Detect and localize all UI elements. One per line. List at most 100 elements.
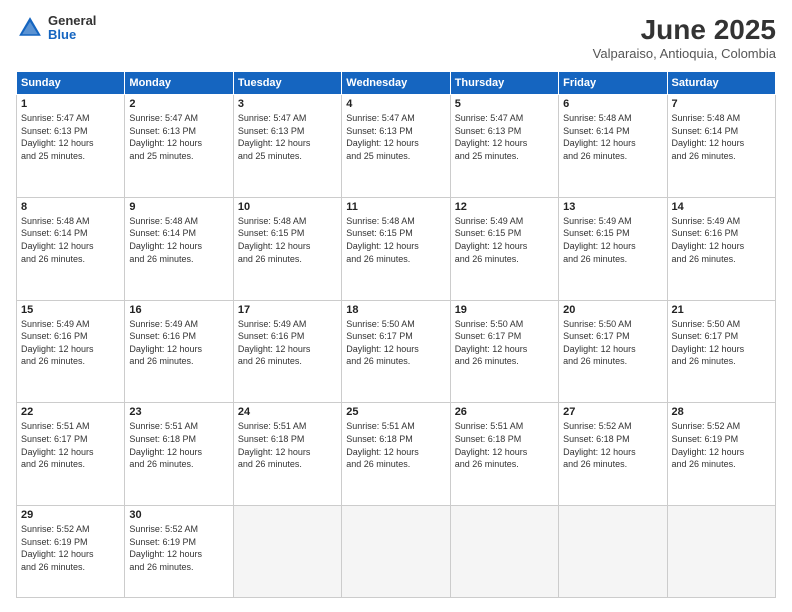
- day-info: Sunrise: 5:51 AM Sunset: 6:18 PM Dayligh…: [238, 420, 337, 470]
- day-info: Sunrise: 5:52 AM Sunset: 6:18 PM Dayligh…: [563, 420, 662, 470]
- day-cell: 1 Sunrise: 5:47 AM Sunset: 6:13 PM Daylig…: [17, 95, 125, 198]
- day-number: 6: [563, 98, 662, 110]
- day-number: 5: [455, 98, 554, 110]
- subtitle: Valparaiso, Antioquia, Colombia: [593, 46, 776, 61]
- day-number: 26: [455, 406, 554, 418]
- day-number: 13: [563, 201, 662, 213]
- week-row-4: 22 Sunrise: 5:51 AM Sunset: 6:17 PM Dayli…: [17, 403, 776, 506]
- day-cell: 17 Sunrise: 5:49 AM Sunset: 6:16 PM Dayli…: [233, 300, 341, 403]
- day-info: Sunrise: 5:50 AM Sunset: 6:17 PM Dayligh…: [672, 318, 771, 368]
- day-info: Sunrise: 5:48 AM Sunset: 6:14 PM Dayligh…: [672, 112, 771, 162]
- title-block: June 2025 Valparaiso, Antioquia, Colombi…: [593, 14, 776, 61]
- day-number: 3: [238, 98, 337, 110]
- day-cell: 24 Sunrise: 5:51 AM Sunset: 6:18 PM Dayli…: [233, 403, 341, 506]
- day-number: 15: [21, 304, 120, 316]
- day-number: 20: [563, 304, 662, 316]
- logo-line2: Blue: [48, 28, 96, 42]
- day-number: 12: [455, 201, 554, 213]
- day-number: 18: [346, 304, 445, 316]
- day-info: Sunrise: 5:47 AM Sunset: 6:13 PM Dayligh…: [238, 112, 337, 162]
- day-number: 25: [346, 406, 445, 418]
- logo-icon: [16, 14, 44, 42]
- day-cell: 15 Sunrise: 5:49 AM Sunset: 6:16 PM Dayli…: [17, 300, 125, 403]
- day-cell: 8Sunrise: 5:48 AM Sunset: 6:14 PM Daylig…: [17, 197, 125, 300]
- day-number: 17: [238, 304, 337, 316]
- day-cell: 27Sunrise: 5:52 AM Sunset: 6:18 PM Dayli…: [559, 403, 667, 506]
- day-cell: 18 Sunrise: 5:50 AM Sunset: 6:17 PM Dayli…: [342, 300, 450, 403]
- day-cell: 13Sunrise: 5:49 AM Sunset: 6:15 PM Dayli…: [559, 197, 667, 300]
- day-info: Sunrise: 5:50 AM Sunset: 6:17 PM Dayligh…: [346, 318, 445, 368]
- col-header-friday: Friday: [559, 72, 667, 95]
- day-number: 1: [21, 98, 120, 110]
- day-cell: 6 Sunrise: 5:48 AM Sunset: 6:14 PM Daylig…: [559, 95, 667, 198]
- header-row: SundayMondayTuesdayWednesdayThursdayFrid…: [17, 72, 776, 95]
- week-row-5: 29 Sunrise: 5:52 AM Sunset: 6:19 PM Dayli…: [17, 506, 776, 598]
- day-number: 29: [21, 509, 120, 521]
- day-number: 2: [129, 98, 228, 110]
- day-info: Sunrise: 5:48 AM Sunset: 6:14 PM Dayligh…: [563, 112, 662, 162]
- day-info: Sunrise: 5:52 AM Sunset: 6:19 PM Dayligh…: [129, 523, 228, 573]
- col-header-wednesday: Wednesday: [342, 72, 450, 95]
- day-number: 21: [672, 304, 771, 316]
- day-info: Sunrise: 5:48 AM Sunset: 6:14 PM Dayligh…: [129, 215, 228, 265]
- day-info: Sunrise: 5:49 AM Sunset: 6:16 PM Dayligh…: [129, 318, 228, 368]
- week-row-3: 15 Sunrise: 5:49 AM Sunset: 6:16 PM Dayli…: [17, 300, 776, 403]
- day-info: Sunrise: 5:49 AM Sunset: 6:15 PM Dayligh…: [455, 215, 554, 265]
- col-header-saturday: Saturday: [667, 72, 775, 95]
- day-number: 22: [21, 406, 120, 418]
- day-info: Sunrise: 5:51 AM Sunset: 6:18 PM Dayligh…: [129, 420, 228, 470]
- day-cell: 20 Sunrise: 5:50 AM Sunset: 6:17 PM Dayli…: [559, 300, 667, 403]
- col-header-tuesday: Tuesday: [233, 72, 341, 95]
- day-cell: 19 Sunrise: 5:50 AM Sunset: 6:17 PM Dayli…: [450, 300, 558, 403]
- day-number: 14: [672, 201, 771, 213]
- day-number: 24: [238, 406, 337, 418]
- day-number: 4: [346, 98, 445, 110]
- day-info: Sunrise: 5:51 AM Sunset: 6:18 PM Dayligh…: [455, 420, 554, 470]
- day-info: Sunrise: 5:49 AM Sunset: 6:16 PM Dayligh…: [238, 318, 337, 368]
- day-cell: [342, 506, 450, 598]
- day-cell: 9Sunrise: 5:48 AM Sunset: 6:14 PM Daylig…: [125, 197, 233, 300]
- week-row-2: 8Sunrise: 5:48 AM Sunset: 6:14 PM Daylig…: [17, 197, 776, 300]
- day-info: Sunrise: 5:49 AM Sunset: 6:16 PM Dayligh…: [21, 318, 120, 368]
- logo-line1: General: [48, 14, 96, 28]
- day-info: Sunrise: 5:47 AM Sunset: 6:13 PM Dayligh…: [455, 112, 554, 162]
- day-cell: 10 Sunrise: 5:48 AM Sunset: 6:15 PM Dayli…: [233, 197, 341, 300]
- day-info: Sunrise: 5:48 AM Sunset: 6:15 PM Dayligh…: [346, 215, 445, 265]
- day-cell: 29 Sunrise: 5:52 AM Sunset: 6:19 PM Dayli…: [17, 506, 125, 598]
- col-header-sunday: Sunday: [17, 72, 125, 95]
- day-info: Sunrise: 5:47 AM Sunset: 6:13 PM Dayligh…: [346, 112, 445, 162]
- day-info: Sunrise: 5:51 AM Sunset: 6:17 PM Dayligh…: [21, 420, 120, 470]
- day-info: Sunrise: 5:52 AM Sunset: 6:19 PM Dayligh…: [21, 523, 120, 573]
- day-number: 19: [455, 304, 554, 316]
- day-info: Sunrise: 5:50 AM Sunset: 6:17 PM Dayligh…: [455, 318, 554, 368]
- month-title: June 2025: [593, 14, 776, 46]
- day-info: Sunrise: 5:49 AM Sunset: 6:16 PM Dayligh…: [672, 215, 771, 265]
- day-cell: 12 Sunrise: 5:49 AM Sunset: 6:15 PM Dayli…: [450, 197, 558, 300]
- day-number: 28: [672, 406, 771, 418]
- day-cell: 3 Sunrise: 5:47 AM Sunset: 6:13 PM Daylig…: [233, 95, 341, 198]
- day-cell: 11 Sunrise: 5:48 AM Sunset: 6:15 PM Dayli…: [342, 197, 450, 300]
- calendar-table: SundayMondayTuesdayWednesdayThursdayFrid…: [16, 71, 776, 598]
- col-header-monday: Monday: [125, 72, 233, 95]
- day-cell: 16 Sunrise: 5:49 AM Sunset: 6:16 PM Dayli…: [125, 300, 233, 403]
- day-info: Sunrise: 5:52 AM Sunset: 6:19 PM Dayligh…: [672, 420, 771, 470]
- day-number: 30: [129, 509, 228, 521]
- day-cell: 26 Sunrise: 5:51 AM Sunset: 6:18 PM Dayli…: [450, 403, 558, 506]
- day-number: 7: [672, 98, 771, 110]
- page: General Blue June 2025 Valparaiso, Antio…: [0, 0, 792, 612]
- day-info: Sunrise: 5:50 AM Sunset: 6:17 PM Dayligh…: [563, 318, 662, 368]
- day-number: 16: [129, 304, 228, 316]
- day-cell: [450, 506, 558, 598]
- day-cell: [667, 506, 775, 598]
- week-row-1: 1 Sunrise: 5:47 AM Sunset: 6:13 PM Daylig…: [17, 95, 776, 198]
- day-info: Sunrise: 5:47 AM Sunset: 6:13 PM Dayligh…: [129, 112, 228, 162]
- day-info: Sunrise: 5:47 AM Sunset: 6:13 PM Dayligh…: [21, 112, 120, 162]
- logo-text: General Blue: [48, 14, 96, 43]
- day-info: Sunrise: 5:48 AM Sunset: 6:15 PM Dayligh…: [238, 215, 337, 265]
- day-number: 11: [346, 201, 445, 213]
- day-cell: 30 Sunrise: 5:52 AM Sunset: 6:19 PM Dayli…: [125, 506, 233, 598]
- day-info: Sunrise: 5:51 AM Sunset: 6:18 PM Dayligh…: [346, 420, 445, 470]
- day-number: 10: [238, 201, 337, 213]
- day-cell: 25 Sunrise: 5:51 AM Sunset: 6:18 PM Dayli…: [342, 403, 450, 506]
- day-cell: 23Sunrise: 5:51 AM Sunset: 6:18 PM Dayli…: [125, 403, 233, 506]
